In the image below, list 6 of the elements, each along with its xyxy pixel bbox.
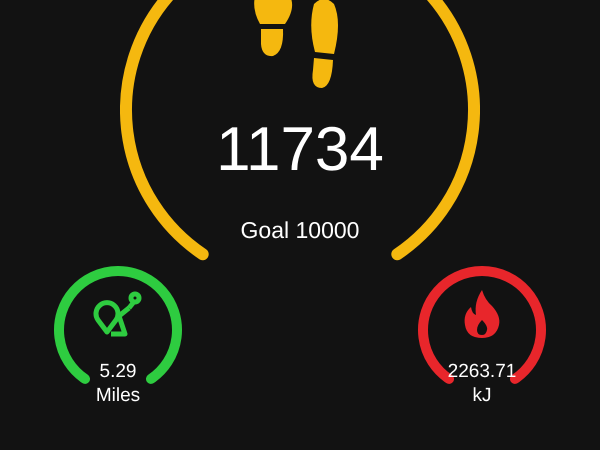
stat-unit: Miles: [94, 385, 142, 407]
stat-value: 2263.71: [446, 361, 518, 383]
goal-label: Goal 10000: [240, 216, 360, 244]
stat-value: 5.29: [98, 361, 138, 383]
stat-unit: kJ: [472, 385, 492, 407]
step-count: 11734: [215, 114, 385, 186]
